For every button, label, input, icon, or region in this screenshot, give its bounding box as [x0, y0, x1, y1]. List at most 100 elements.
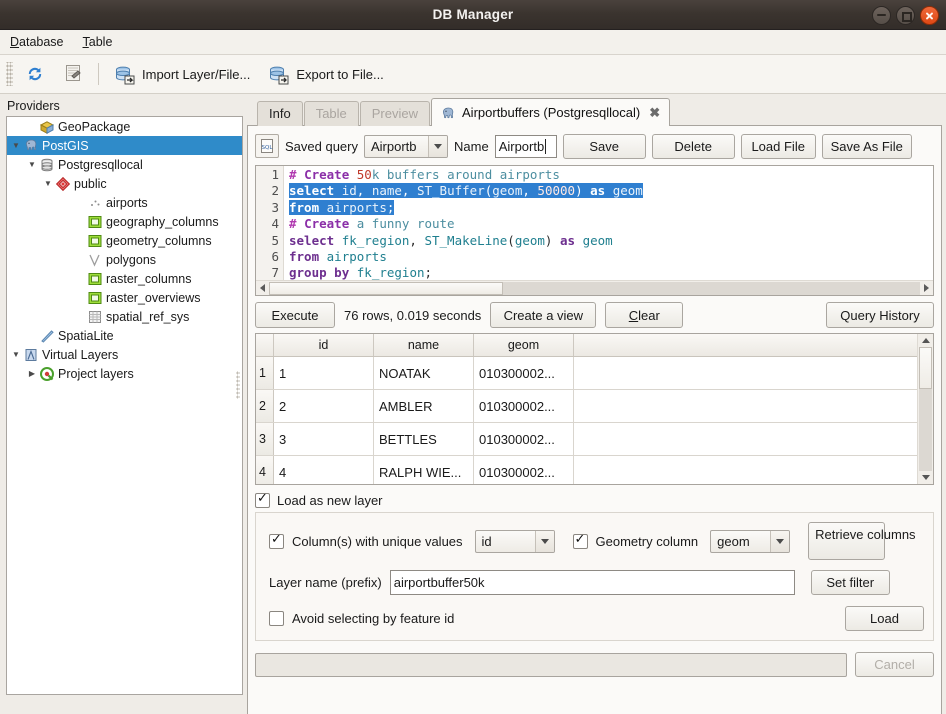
avoid-feature-id-checkbox[interactable]: [269, 611, 284, 626]
results-column-header[interactable]: geom: [474, 334, 574, 356]
set-filter-button[interactable]: Set filter: [811, 570, 890, 595]
scroll-up-arrow-icon[interactable]: [919, 334, 932, 347]
row-index[interactable]: 4: [256, 456, 274, 484]
geometry-column-checkbox[interactable]: [573, 534, 588, 549]
tree-twist-closed-icon[interactable]: [25, 369, 39, 378]
save-as-file-button[interactable]: Save As File: [822, 134, 912, 159]
tab-close-icon[interactable]: ✖: [649, 100, 660, 126]
sql-line[interactable]: select id, name, ST_Buffer(geom, 50000) …: [289, 183, 933, 199]
scroll-left-arrow-icon[interactable]: [256, 282, 269, 295]
results-table[interactable]: idnamegeom 11NOATAK010300002...22AMBLER0…: [255, 333, 934, 485]
menu-table[interactable]: Table: [81, 33, 122, 51]
sql-line[interactable]: # Create 50k buffers around airports: [289, 167, 933, 183]
save-query-button[interactable]: Save: [563, 134, 646, 159]
results-cell-name[interactable]: BETTLES: [374, 423, 474, 455]
sql-line[interactable]: select fk_region, ST_MakeLine(geom) as g…: [289, 233, 933, 249]
tab-airportbuffers-postgresqllocal[interactable]: Airportbuffers (Postgresqllocal)✖: [431, 98, 670, 126]
saved-query-combo[interactable]: Airportb: [364, 135, 448, 158]
results-cell-geom[interactable]: 010300002...: [474, 423, 574, 455]
results-cell-geom[interactable]: 010300002...: [474, 357, 574, 389]
toolbar-grip[interactable]: [6, 62, 13, 86]
tree-item-project-layers[interactable]: Project layers: [7, 364, 242, 383]
export-to-file-button[interactable]: Export to File...: [259, 61, 392, 87]
results-cell-id[interactable]: 3: [274, 423, 374, 455]
sql-line[interactable]: from airports;: [289, 200, 933, 216]
panel-resize-grip[interactable]: [236, 371, 240, 399]
clear-button[interactable]: Clear: [605, 302, 683, 328]
tree-item-geometry-columns[interactable]: geometry_columns: [7, 231, 242, 250]
tree-twist-open-icon[interactable]: [9, 350, 23, 359]
results-column-header[interactable]: id: [274, 334, 374, 356]
tree-item-spatialite[interactable]: SpatiaLite: [7, 326, 242, 345]
sql-editor-content[interactable]: 1234567 # Create 50k buffers around airp…: [256, 166, 933, 282]
results-row[interactable]: 44RALPH WIE...010300002...: [256, 456, 917, 484]
tree-twist-open-icon[interactable]: [9, 141, 23, 150]
results-row[interactable]: 11NOATAK010300002...: [256, 357, 917, 390]
tree-item-public[interactable]: public: [7, 174, 242, 193]
tree-item-airports[interactable]: airports: [7, 193, 242, 212]
results-header-corner[interactable]: [256, 334, 274, 356]
load-as-new-layer-checkbox[interactable]: [255, 493, 270, 508]
results-cell-id[interactable]: 4: [274, 456, 374, 484]
sql-line[interactable]: from airports: [289, 249, 933, 265]
unique-values-checkbox[interactable]: [269, 534, 284, 549]
geometry-column-combo[interactable]: geom: [710, 530, 790, 553]
row-index[interactable]: 1: [256, 357, 274, 389]
tree-item-postgis[interactable]: PostGIS: [7, 136, 242, 155]
tree-item-virtual-layers[interactable]: Virtual Layers: [7, 345, 242, 364]
h-scroll-track[interactable]: [269, 282, 920, 295]
v-scroll-track[interactable]: [919, 347, 932, 471]
editor-horizontal-scrollbar[interactable]: [256, 280, 933, 295]
results-cell-id[interactable]: 2: [274, 390, 374, 422]
delete-query-button[interactable]: Delete: [652, 134, 735, 159]
scroll-right-arrow-icon[interactable]: [920, 282, 933, 295]
unique-values-combo[interactable]: id: [475, 530, 555, 553]
tree-item-raster-overviews[interactable]: raster_overviews: [7, 288, 242, 307]
results-vertical-scrollbar[interactable]: [917, 334, 933, 484]
sql-editor[interactable]: 1234567 # Create 50k buffers around airp…: [255, 165, 934, 296]
load-file-button[interactable]: Load File: [741, 134, 816, 159]
tree-twist-open-icon[interactable]: [25, 160, 39, 169]
sql-line[interactable]: # Create a funny route: [289, 216, 933, 232]
chevron-down-icon[interactable]: [535, 531, 554, 552]
results-cell-geom[interactable]: 010300002...: [474, 456, 574, 484]
execute-button[interactable]: Execute: [255, 302, 335, 328]
tree-twist-open-icon[interactable]: [41, 179, 55, 188]
scroll-down-arrow-icon[interactable]: [919, 471, 932, 484]
results-row[interactable]: 33BETTLES010300002...: [256, 423, 917, 456]
menu-database[interactable]: Database: [8, 33, 73, 51]
load-button[interactable]: Load: [845, 606, 924, 631]
tree-item-geopackage[interactable]: GeoPackage: [7, 117, 242, 136]
tree-item-postgresqllocal[interactable]: Postgresqllocal: [7, 155, 242, 174]
results-cell-name[interactable]: AMBLER: [374, 390, 474, 422]
tree-item-geography-columns[interactable]: geography_columns: [7, 212, 242, 231]
row-index[interactable]: 2: [256, 390, 274, 422]
create-view-button[interactable]: Create a view: [490, 302, 596, 328]
tab-info[interactable]: Info: [257, 101, 303, 126]
results-cell-geom[interactable]: 010300002...: [474, 390, 574, 422]
sql-code-area[interactable]: # Create 50k buffers around airportssele…: [284, 166, 933, 282]
chevron-down-icon[interactable]: [770, 531, 789, 552]
layer-name-input[interactable]: airportbuffer50k: [390, 570, 795, 595]
query-history-button[interactable]: Query History: [826, 302, 934, 328]
close-button[interactable]: [920, 6, 939, 25]
results-cell-id[interactable]: 1: [274, 357, 374, 389]
results-cell-name[interactable]: RALPH WIE...: [374, 456, 474, 484]
row-index[interactable]: 3: [256, 423, 274, 455]
refresh-button[interactable]: [16, 60, 54, 88]
results-column-header[interactable]: name: [374, 334, 474, 356]
maximize-button[interactable]: [896, 6, 915, 25]
tree-item-raster-columns[interactable]: raster_columns: [7, 269, 242, 288]
results-row[interactable]: 22AMBLER010300002...: [256, 390, 917, 423]
providers-tree[interactable]: GeoPackagePostGISPostgresqllocalpublicai…: [6, 116, 243, 695]
results-cell-name[interactable]: NOATAK: [374, 357, 474, 389]
load-as-new-layer-row[interactable]: Load as new layer: [255, 493, 934, 508]
cancel-button[interactable]: Cancel: [855, 652, 934, 677]
v-scroll-thumb[interactable]: [919, 347, 932, 389]
tree-item-spatial-ref-sys[interactable]: spatial_ref_sys: [7, 307, 242, 326]
import-layer-file-button[interactable]: Import Layer/File...: [105, 61, 259, 87]
sql-window-button[interactable]: [54, 59, 92, 90]
chevron-down-icon[interactable]: [428, 136, 447, 157]
retrieve-columns-button[interactable]: Retrieve columns: [808, 522, 885, 560]
tree-item-polygons[interactable]: polygons: [7, 250, 242, 269]
